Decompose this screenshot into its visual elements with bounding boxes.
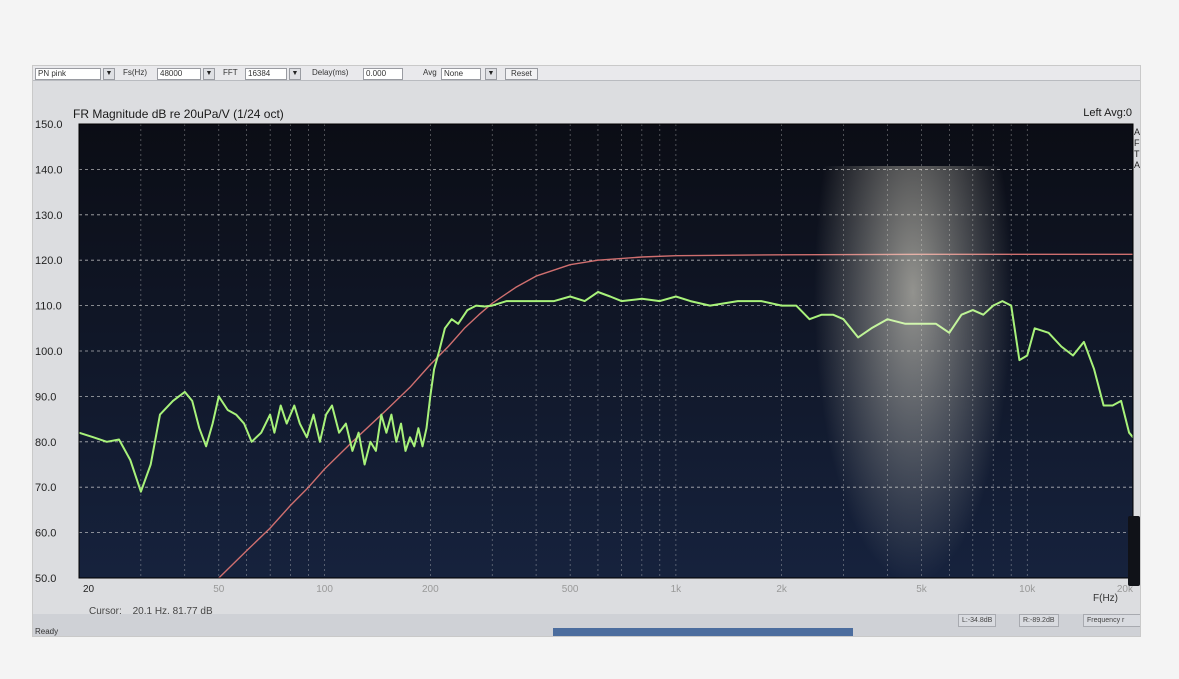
y-tick-label: 60.0 — [35, 528, 56, 540]
y-tick-label: 140.0 — [35, 164, 63, 176]
x-tick-label: 100 — [316, 584, 333, 595]
taskbar-strip — [553, 628, 853, 636]
rew-screen: PN pink ▼ Fs(Hz) 48000 ▼ FFT 16384 ▼ Del… — [33, 66, 1140, 636]
frequency-response-plot[interactable]: 150.0 140.0 130.0 120.0 110.0 100.0 90.0 80.0 70… — [33, 66, 1140, 636]
y-tick-label: 50.0 — [35, 573, 56, 585]
y-tick-label: 130.0 — [35, 210, 63, 222]
left-level-readout: L:-34.8dB — [958, 614, 997, 627]
y-tick-label: 80.0 — [35, 437, 56, 449]
y-tick-label: 110.0 — [35, 301, 62, 313]
x-tick-label: 5k — [916, 584, 928, 595]
mode-readout: Frequency r — [1083, 614, 1140, 627]
y-tick-label: 100.0 — [35, 346, 63, 358]
y-tick-label: 120.0 — [35, 255, 63, 267]
x-tick-label: 20 — [83, 584, 95, 595]
x-tick-label: 2k — [776, 584, 788, 595]
y-tick-label: 90.0 — [35, 391, 56, 403]
right-level-readout: R:-89.2dB — [1019, 614, 1059, 627]
x-tick-label: 1k — [671, 584, 683, 595]
side-legend-panel — [1128, 516, 1140, 586]
side-panel-letters: AFTA — [1134, 127, 1140, 170]
x-tick-label: 200 — [422, 584, 439, 595]
x-axis-label: F(Hz) — [1093, 593, 1118, 604]
y-tick-label: 150.0 — [35, 119, 63, 131]
y-tick-label: 70.0 — [35, 482, 56, 494]
x-tick-label: 500 — [562, 584, 579, 595]
x-tick-label: 10k — [1019, 584, 1036, 595]
x-tick-label: 50 — [213, 584, 225, 595]
status-ready: Ready — [35, 627, 59, 636]
